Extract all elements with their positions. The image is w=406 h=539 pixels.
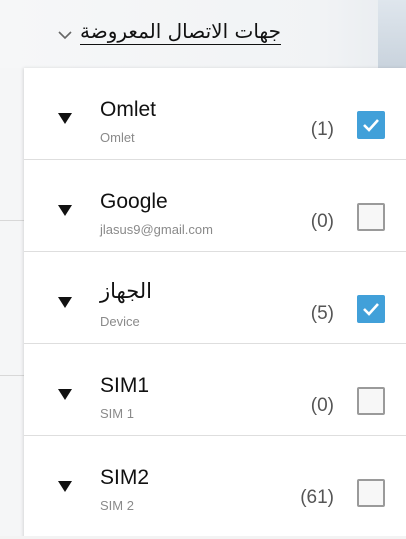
contact-count: (0) <box>310 211 334 232</box>
expand-triangle-icon[interactable] <box>58 205 72 216</box>
account-row-sim1[interactable]: SIM1 SIM 1 (0) <box>24 344 406 436</box>
account-subtitle: Omlet <box>100 130 135 145</box>
account-subtitle: SIM 2 <box>100 498 134 513</box>
account-name: SIM2 <box>100 466 150 489</box>
chevron-down-icon <box>58 31 72 40</box>
expand-triangle-icon[interactable] <box>58 389 72 400</box>
account-row-device[interactable]: الجهاز Device (5) <box>24 252 406 344</box>
background-image-edge <box>378 0 406 68</box>
divider <box>0 220 24 221</box>
account-checkbox[interactable] <box>357 111 385 139</box>
account-name: Google <box>100 190 168 213</box>
contact-count: (1) <box>310 119 334 140</box>
contact-count: (0) <box>310 395 334 416</box>
account-name: Omlet <box>100 98 157 121</box>
account-subtitle: SIM 1 <box>100 406 134 421</box>
account-filter-list: Omlet Omlet (1) Google jlasus9@gmail.com… <box>24 68 406 539</box>
account-name: SIM1 <box>100 374 150 397</box>
account-checkbox[interactable] <box>357 295 385 323</box>
contact-count: (61) <box>300 487 334 508</box>
contacts-to-display-dropdown[interactable]: جهات الاتصال المعروضة <box>31 14 281 50</box>
account-row-google[interactable]: Google jlasus9@gmail.com (0) <box>24 160 406 252</box>
account-name: الجهاز <box>100 279 153 303</box>
account-checkbox[interactable] <box>357 387 385 415</box>
contact-count: (5) <box>310 303 334 324</box>
background-screen-left <box>0 68 24 539</box>
account-row-sim2[interactable]: SIM2 SIM 2 (61) <box>24 436 406 527</box>
account-subtitle: Device <box>100 314 140 329</box>
account-checkbox[interactable] <box>357 479 385 507</box>
expand-triangle-icon[interactable] <box>58 113 72 124</box>
expand-triangle-icon[interactable] <box>58 481 72 492</box>
account-row-omlet[interactable]: Omlet Omlet (1) <box>24 68 406 160</box>
account-checkbox[interactable] <box>357 203 385 231</box>
account-subtitle: jlasus9@gmail.com <box>100 222 213 237</box>
checkmark-icon <box>363 119 379 132</box>
divider <box>0 375 24 376</box>
expand-triangle-icon[interactable] <box>58 297 72 308</box>
dropdown-title: جهات الاتصال المعروضة <box>80 19 281 45</box>
checkmark-icon <box>363 303 379 316</box>
